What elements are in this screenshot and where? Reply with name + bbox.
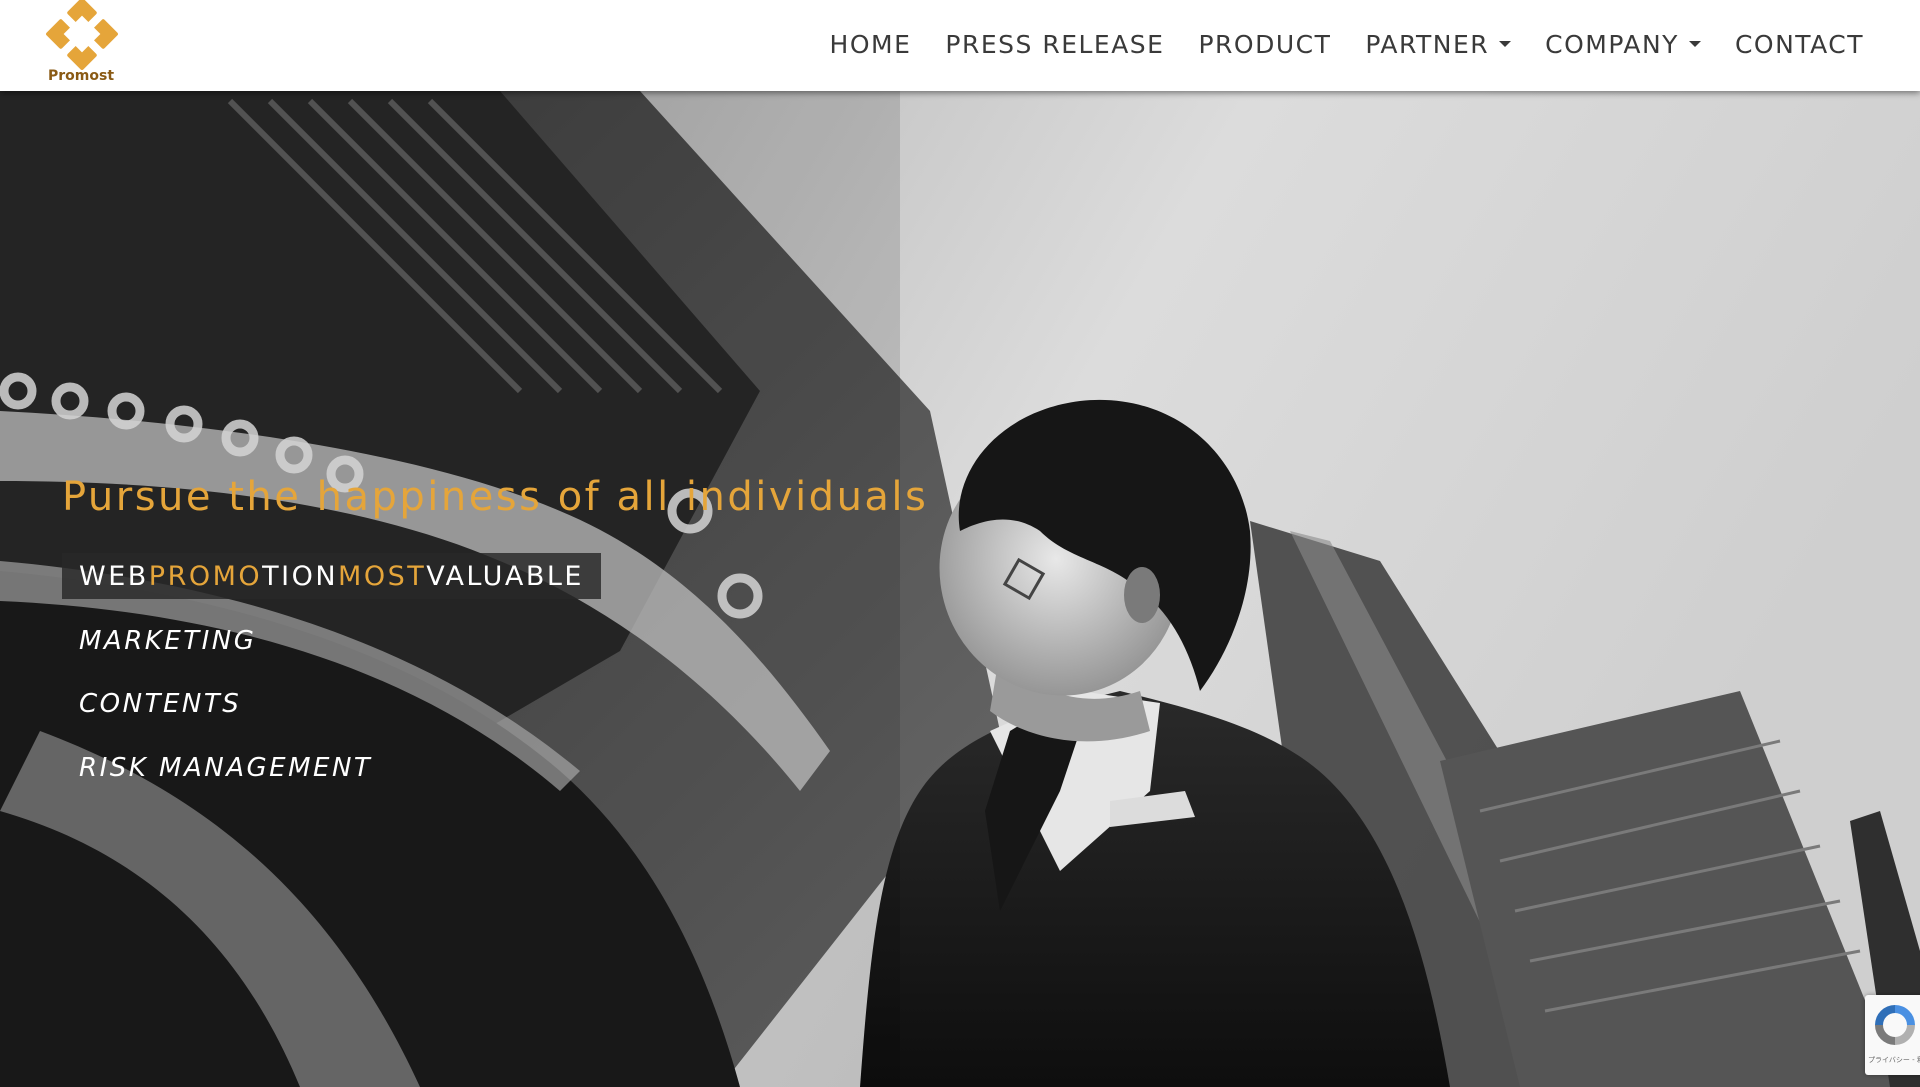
service-risk-management: RISK MANAGEMENT [79,753,373,783]
main-nav: HOME PRESS RELEASE PRODUCT PARTNER COMPA… [830,0,1864,88]
nav-contact[interactable]: CONTACT [1735,30,1864,59]
hero-section: Pursue the happiness of all individuals … [0,91,1920,1087]
service-contents: CONTENTS [79,689,242,719]
nav-contact-label: CONTACT [1734,29,1864,59]
site-header: Promost HOME PRESS RELEASE PRODUCT PARTN… [0,0,1920,91]
brand-part-most: MOST [338,560,427,592]
nav-company-dropdown[interactable]: COMPANY [1545,30,1701,59]
nav-company-label: COMPANY [1545,29,1679,59]
brand-part-valuable: VALUABLE [426,560,584,592]
nav-press-release[interactable]: PRESS RELEASE [945,30,1164,59]
nav-partner-dropdown[interactable]: PARTNER [1365,29,1512,59]
recaptcha-icon [1875,1005,1915,1045]
brand-statement: WEB PROMO TION MOST VALUABLE [62,553,601,599]
nav-home[interactable]: HOME [830,30,912,59]
service-marketing: MARKETING [79,626,257,656]
recaptcha-badge[interactable]: プライバシー - 利用規約 [1865,995,1920,1075]
nav-product[interactable]: PRODUCT [1198,30,1331,59]
nav-home-label: HOME [829,29,912,59]
brand-part-promo: PROMO [148,560,263,592]
nav-press-release-label: PRESS RELEASE [945,29,1165,59]
brand-part-tion: TION [262,560,339,592]
recaptcha-footer-text[interactable]: プライバシー - 利用規約 [1868,1055,1920,1065]
caret-down-icon [1499,41,1512,47]
hero-tagline: Pursue the happiness of all individuals [62,474,929,520]
logo-mark-icon [46,0,118,70]
site-logo[interactable]: Promost [40,0,122,88]
page: Promost HOME PRESS RELEASE PRODUCT PARTN… [0,0,1920,1087]
nav-product-label: PRODUCT [1198,29,1332,59]
brand-part-web: WEB [79,560,149,592]
caret-down-icon [1688,41,1701,47]
nav-partner-label: PARTNER [1365,29,1490,59]
logo-text: Promost [48,68,115,84]
